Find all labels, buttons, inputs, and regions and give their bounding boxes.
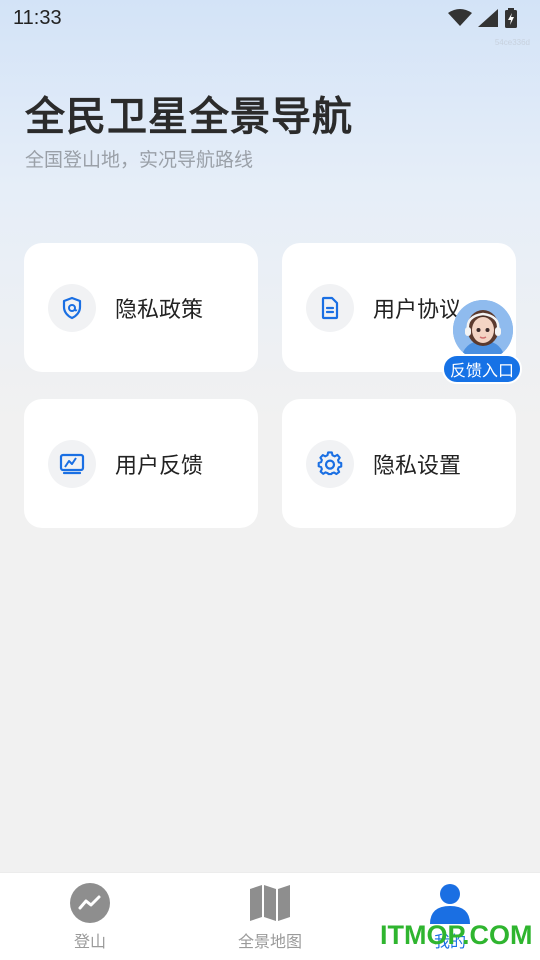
status-bar: 11:33	[0, 0, 540, 36]
privacy-shield-icon	[48, 283, 96, 332]
tab-climbing[interactable]: 登山	[0, 873, 180, 960]
document-icon	[306, 283, 354, 332]
status-icons	[448, 8, 518, 28]
page-title: 全民卫星全景导航	[25, 94, 353, 140]
trend-icon	[70, 882, 110, 924]
user-feedback-card[interactable]: 用户反馈	[24, 399, 258, 528]
user-feedback-label: 用户反馈	[115, 453, 204, 479]
site-watermark: ITMOP.COM	[380, 920, 533, 950]
feedback-entry-button[interactable]: 反馈入口	[442, 300, 524, 386]
tab-panorama-map-label: 全景地图	[237, 932, 302, 951]
wifi-icon	[448, 9, 472, 26]
privacy-settings-card[interactable]: 隐私设置	[282, 399, 516, 528]
battery-charging-icon	[505, 8, 517, 28]
page-subtitle: 全国登山地，实况导航路线	[25, 149, 254, 171]
privacy-policy-label: 隐私政策	[115, 297, 204, 323]
customer-service-avatar	[453, 300, 513, 360]
privacy-policy-card[interactable]: 隐私政策	[24, 243, 258, 372]
feedback-edit-icon	[48, 439, 96, 488]
user-icon	[429, 882, 471, 924]
signal-icon	[478, 9, 498, 27]
status-time: 11:33	[13, 6, 62, 29]
tab-climbing-label: 登山	[73, 932, 106, 951]
build-id: 54ce336d	[494, 38, 530, 47]
map-icon	[248, 882, 292, 924]
tab-panorama-map[interactable]: 全景地图	[180, 873, 360, 960]
privacy-settings-label: 隐私设置	[373, 453, 462, 479]
gear-icon	[306, 439, 354, 488]
feedback-entry-label: 反馈入口	[442, 354, 522, 384]
